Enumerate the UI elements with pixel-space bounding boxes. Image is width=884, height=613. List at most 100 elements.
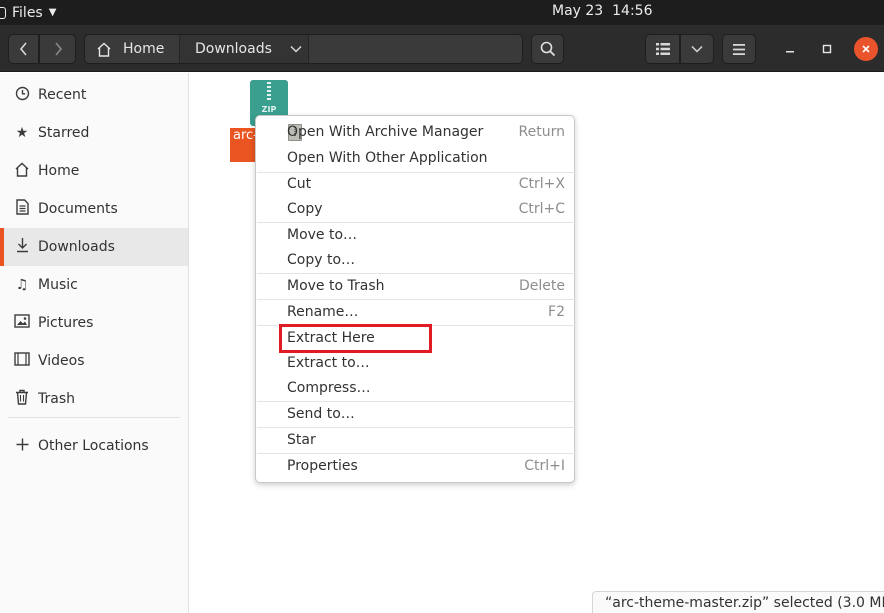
sidebar-item-label: Starred <box>38 125 90 141</box>
trash-icon <box>12 389 32 409</box>
extract-here-highlight <box>279 324 432 353</box>
search-icon <box>540 41 555 57</box>
video-icon <box>12 352 32 370</box>
menu-item-label: Open With Archive Manager <box>287 124 484 140</box>
list-view-icon <box>655 43 670 55</box>
sidebar-item-label: Music <box>38 277 78 293</box>
menu-item-label: Move to Trash <box>287 278 385 294</box>
back-button[interactable] <box>8 34 39 64</box>
chevron-down-icon <box>691 45 703 53</box>
sidebar: Recent ★ Starred Home Documents Download… <box>0 73 189 613</box>
sidebar-item-label: Other Locations <box>38 438 149 454</box>
menu-item-open-with-other-application[interactable]: Open With Other Application <box>256 146 574 170</box>
home-icon <box>97 42 111 57</box>
hamburger-icon <box>733 43 745 55</box>
app-menu[interactable]: Files ▼ <box>0 3 56 22</box>
sidebar-item-trash[interactable]: Trash <box>0 380 188 418</box>
sidebar-item-downloads[interactable]: Downloads <box>0 228 188 266</box>
maximize-icon <box>822 44 832 54</box>
main-menu-button[interactable] <box>722 34 756 64</box>
path-home-label: Home <box>123 41 165 57</box>
header-bar: Home Downloads <box>0 25 884 72</box>
minimize-icon <box>786 51 794 53</box>
menu-item-accel: Ctrl+I <box>524 458 565 474</box>
menu-item-move-to[interactable]: Move to… <box>256 223 574 247</box>
chevron-down-icon <box>290 43 302 56</box>
menu-item-accel: Return <box>518 124 565 140</box>
menu-item-send-to[interactable]: Send to… <box>256 402 574 426</box>
menu-item-accel: Ctrl+C <box>518 201 565 217</box>
files-app-icon <box>0 6 6 19</box>
sidebar-item-label: Downloads <box>38 239 115 255</box>
menu-item-accel: Delete <box>519 278 565 294</box>
star-icon: ★ <box>15 125 29 141</box>
sidebar-item-home[interactable]: Home <box>0 152 188 190</box>
menu-item-move-to-trash[interactable]: Move to Trash Delete <box>256 274 574 298</box>
menu-item-label: Copy to… <box>287 252 356 268</box>
menu-item-label: Properties <box>287 458 358 474</box>
context-menu: Open With Archive Manager Return Open Wi… <box>255 115 575 483</box>
sidebar-item-videos[interactable]: Videos <box>0 342 188 380</box>
menu-item-rename[interactable]: Rename… F2 <box>256 300 574 324</box>
minimize-button[interactable] <box>778 37 802 61</box>
status-bar: “arc-theme-master.zip” selected (3.0 MB) <box>592 591 884 613</box>
top-bar: Files ▼ May 23 14:56 <box>0 0 884 25</box>
sidebar-item-other-locations[interactable]: Other Locations <box>0 427 188 465</box>
search-button[interactable] <box>531 34 564 64</box>
sidebar-item-documents[interactable]: Documents <box>0 190 188 228</box>
sidebar-item-label: Pictures <box>38 315 94 331</box>
menu-item-compress[interactable]: Compress… <box>256 376 574 400</box>
home-icon <box>12 162 32 181</box>
sidebar-item-music[interactable]: ♫ Music <box>0 266 188 304</box>
menu-item-label: Compress… <box>287 380 371 396</box>
sidebar-item-label: Recent <box>38 87 87 103</box>
clock-icon <box>12 86 32 105</box>
sidebar-item-label: Home <box>38 163 80 179</box>
list-view-button[interactable] <box>645 34 680 64</box>
forward-button[interactable] <box>39 34 76 64</box>
zipper-icon <box>267 82 271 100</box>
menu-item-label: Open With Other Application <box>287 150 488 166</box>
sidebar-item-label: Trash <box>38 391 75 407</box>
path-bar: Home Downloads <box>84 34 523 64</box>
path-downloads-button[interactable]: Downloads <box>180 35 309 63</box>
menu-item-label: Extract to… <box>287 355 370 371</box>
menu-item-cut[interactable]: Cut Ctrl+X <box>256 172 574 196</box>
chevron-left-icon <box>19 42 27 56</box>
close-button[interactable] <box>854 37 878 61</box>
maximize-button[interactable] <box>815 37 839 61</box>
menu-item-label: Rename… <box>287 304 359 320</box>
chevron-down-icon: ▼ <box>48 7 57 18</box>
sidebar-item-recent[interactable]: Recent <box>0 76 188 114</box>
sidebar-item-starred[interactable]: ★ Starred <box>0 114 188 152</box>
path-downloads-label: Downloads <box>195 41 272 57</box>
menu-item-properties[interactable]: Properties Ctrl+I <box>256 454 574 478</box>
menu-item-extract-to[interactable]: Extract to… <box>256 351 574 375</box>
menu-item-label: Copy <box>287 201 323 217</box>
menu-item-label: Cut <box>287 176 312 192</box>
chevron-right-icon <box>54 42 62 56</box>
menu-item-label: Move to… <box>287 227 358 243</box>
sidebar-item-label: Videos <box>38 353 85 369</box>
menu-item-star[interactable]: Star <box>256 428 574 452</box>
document-icon <box>12 199 32 219</box>
menu-item-copy[interactable]: Copy Ctrl+C <box>256 197 574 221</box>
clock[interactable]: May 23 14:56 <box>552 3 652 19</box>
menu-item-label: Send to… <box>287 406 355 422</box>
view-options-button[interactable] <box>680 34 714 64</box>
clock-time: 14:56 <box>612 3 653 19</box>
close-icon <box>862 45 870 53</box>
music-icon: ♫ <box>15 277 29 293</box>
menu-item-accel: F2 <box>548 304 565 320</box>
sidebar-item-pictures[interactable]: Pictures <box>0 304 188 342</box>
menu-item-copy-to[interactable]: Copy to… <box>256 248 574 272</box>
plus-icon <box>12 438 32 455</box>
menu-item-label: Star <box>287 432 316 448</box>
sidebar-item-label: Documents <box>38 201 118 217</box>
menu-item-accel: Ctrl+X <box>518 176 565 192</box>
download-icon <box>12 237 32 257</box>
menu-item-open-with-archive-manager[interactable]: Open With Archive Manager Return <box>256 120 574 144</box>
path-home-button[interactable]: Home <box>85 35 180 63</box>
zip-label: ZIP <box>261 105 277 114</box>
sidebar-divider <box>8 417 180 418</box>
